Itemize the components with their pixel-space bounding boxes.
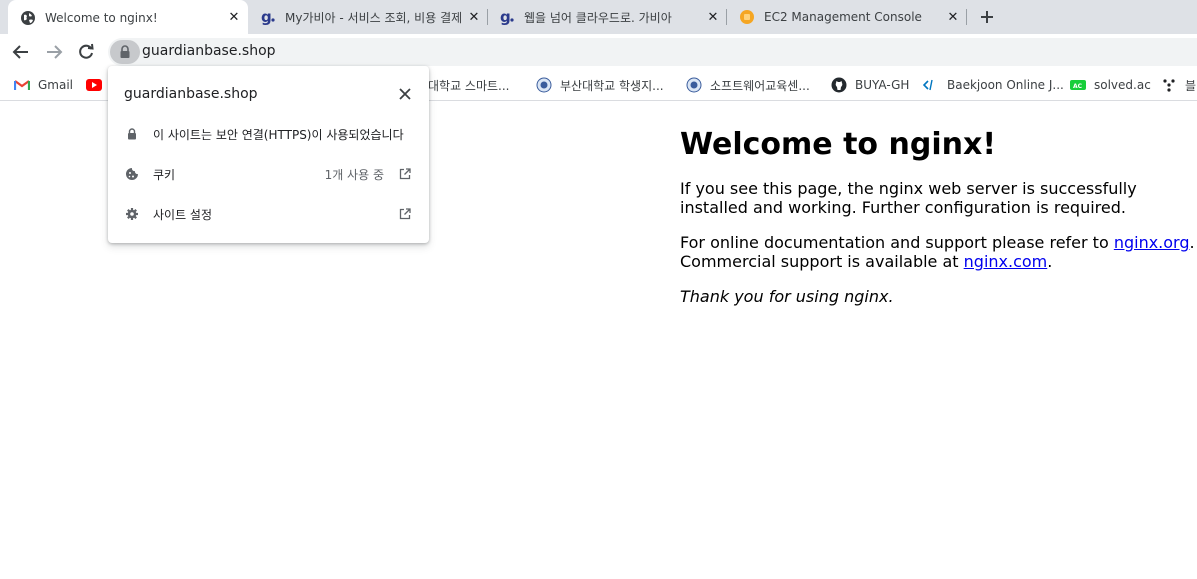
browser-toolbar: guardianbase.shop xyxy=(0,34,1197,70)
nginx-org-link[interactable]: nginx.org xyxy=(1114,233,1190,252)
bookmark-gmail[interactable]: Gmail xyxy=(14,76,73,94)
address-bar[interactable]: guardianbase.shop xyxy=(108,38,1197,66)
bookmark-label: BUYA-GH xyxy=(855,78,910,92)
site-settings-row[interactable]: 사이트 설정 xyxy=(108,199,429,229)
forward-arrow-icon xyxy=(47,45,63,59)
gabia-g-icon: g xyxy=(499,9,515,25)
external-link-icon xyxy=(399,168,411,180)
reload-icon xyxy=(79,43,94,59)
bookmark-pnu-student[interactable]: 부산대학교 학생지... xyxy=(536,76,664,94)
external-link-icon xyxy=(399,208,411,220)
tree-icon xyxy=(1161,77,1177,93)
svg-text:AC: AC xyxy=(1073,83,1083,90)
thank-you-message: Thank you for using nginx. xyxy=(680,287,1197,306)
lock-icon xyxy=(120,45,130,58)
bookmark-label: 대학교 스마트... xyxy=(428,78,510,93)
cookies-row[interactable]: 쿠키 1개 사용 중 xyxy=(108,159,429,189)
back-arrow-icon xyxy=(12,45,28,59)
connection-secure-row[interactable]: 이 사이트는 보안 연결(HTTPS)이 사용되었습니다 xyxy=(108,119,429,149)
bookmark-sw-education[interactable]: 소프트웨어교육센... xyxy=(686,76,810,94)
globe-icon xyxy=(20,10,36,26)
reload-button[interactable] xyxy=(74,40,98,64)
tab-title: 웹을 넘어 클라우드로. 가비아 xyxy=(524,10,672,25)
bookmark-more[interactable]: 블 xyxy=(1161,76,1196,94)
bookmark-youtube[interactable] xyxy=(86,76,110,94)
nginx-com-link[interactable]: nginx.com xyxy=(964,252,1048,271)
bookmark-label: 부산대학교 학생지... xyxy=(560,78,664,93)
close-icon[interactable]: ✕ xyxy=(226,10,242,26)
bookmark-label: Gmail xyxy=(38,78,74,92)
documentation-paragraph: For online documentation and support ple… xyxy=(680,233,1197,271)
tab-title: EC2 Management Console xyxy=(764,10,922,24)
cookies-in-use-count: 1개 사용 중 xyxy=(324,167,384,182)
page-heading: Welcome to nginx! xyxy=(680,127,996,162)
close-icon xyxy=(399,88,411,100)
university-seal-icon xyxy=(686,77,702,93)
tab-my-gabia[interactable]: g My가비아 - 서비스 조회, 비용 결제 ✕ xyxy=(248,0,488,34)
gabia-g-icon: g xyxy=(260,9,276,25)
site-info-popup: guardianbase.shop 이 사이트는 보안 연결(HTTPS)이 사… xyxy=(108,66,429,243)
site-settings-label: 사이트 설정 xyxy=(153,207,213,222)
popup-close-button[interactable] xyxy=(395,84,415,104)
bookmark-label: solved.ac xyxy=(1094,78,1151,92)
lock-icon xyxy=(125,127,139,141)
popup-hostname: guardianbase.shop xyxy=(124,86,258,102)
bookmark-label: Baekjoon Online J... xyxy=(947,78,1064,92)
nginx-welcome-page: Welcome to nginx! If you see this page, … xyxy=(680,101,1197,306)
thank-you-text: Thank you for using nginx. xyxy=(680,287,894,306)
svg-text:g: g xyxy=(500,9,511,25)
code-icon xyxy=(923,77,939,93)
bookmark-solved-ac[interactable]: AC solved.ac xyxy=(1070,76,1151,94)
bookmark-github[interactable]: BUYA-GH xyxy=(831,76,909,94)
doc-text-end: . xyxy=(1047,252,1053,271)
aws-icon xyxy=(739,9,755,25)
svg-text:g: g xyxy=(261,9,272,25)
tab-separator xyxy=(966,9,967,25)
new-tab-button[interactable] xyxy=(975,5,999,29)
tab-title: Welcome to nginx! xyxy=(45,10,158,25)
solved-ac-icon: AC xyxy=(1070,77,1086,93)
tab-title: My가비아 - 서비스 조회, 비용 결제 xyxy=(285,10,462,25)
tab-ec2-console[interactable]: EC2 Management Console ✕ xyxy=(727,0,967,34)
gmail-icon xyxy=(14,77,30,93)
connection-secure-text: 이 사이트는 보안 연결(HTTPS)이 사용되었습니다 xyxy=(153,127,404,142)
close-icon[interactable]: ✕ xyxy=(705,9,721,25)
bookmark-label: 소프트웨어교육센... xyxy=(710,78,810,93)
close-icon[interactable]: ✕ xyxy=(945,9,961,25)
github-icon xyxy=(831,77,847,93)
tab-welcome-nginx[interactable]: Welcome to nginx! ✕ xyxy=(8,0,248,35)
site-info-button[interactable] xyxy=(110,40,140,64)
install-message: If you see this page, the nginx web serv… xyxy=(680,179,1137,217)
gear-icon xyxy=(125,207,139,221)
forward-button[interactable] xyxy=(42,40,66,64)
plus-icon xyxy=(981,11,993,23)
tab-strip: Welcome to nginx! ✕ g My가비아 - 서비스 조회, 비용… xyxy=(0,0,1197,35)
tab-gabia-cloud[interactable]: g 웹을 넘어 클라우드로. 가비아 ✕ xyxy=(487,0,727,34)
close-icon[interactable]: ✕ xyxy=(466,9,482,25)
cookie-icon xyxy=(125,167,139,181)
cookies-label: 쿠키 xyxy=(153,167,176,182)
university-seal-icon xyxy=(536,77,552,93)
back-button[interactable] xyxy=(9,40,33,64)
bookmark-baekjoon[interactable]: Baekjoon Online J... xyxy=(923,76,1064,94)
url-text[interactable]: guardianbase.shop xyxy=(142,43,276,59)
youtube-icon xyxy=(86,77,102,93)
doc-text: For online documentation and support ple… xyxy=(680,233,1114,252)
bookmark-label: 블 xyxy=(1185,78,1197,93)
bookmark-university-smart[interactable]: 대학교 스마트... xyxy=(428,76,510,94)
